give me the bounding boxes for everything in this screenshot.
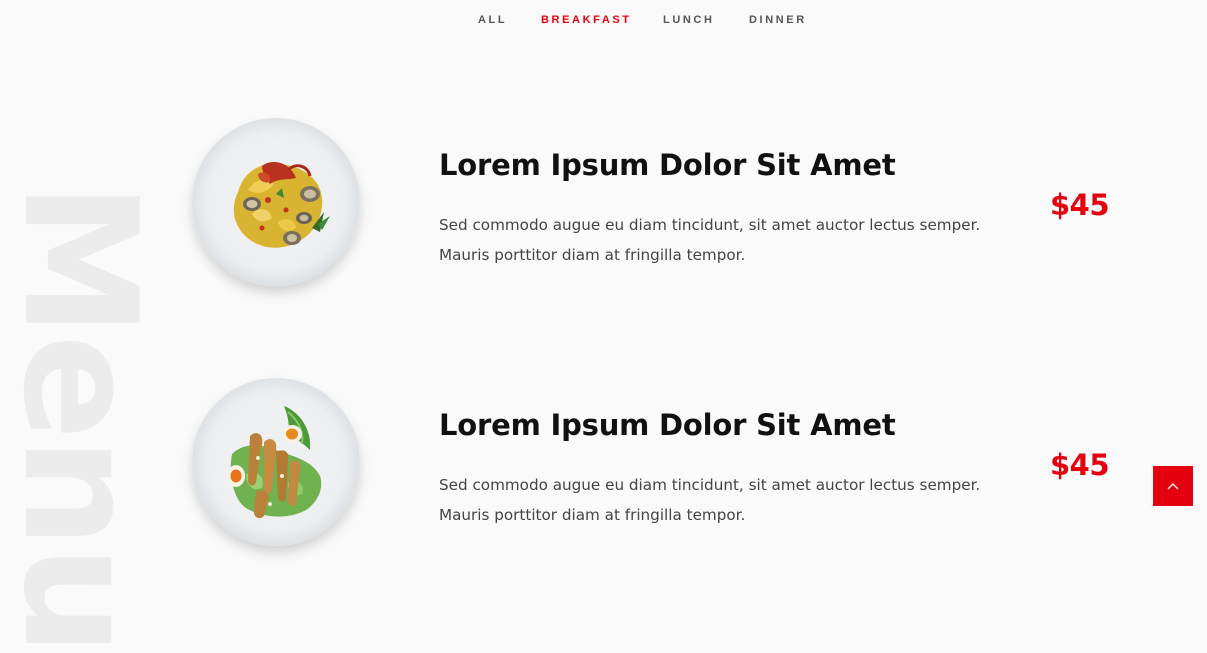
dish-title: Lorem Ipsum Dolor Sit Amet xyxy=(439,408,896,442)
tab-all[interactable]: ALL xyxy=(478,14,507,26)
dish-description: Sed commodo augue eu diam tincidunt, sit… xyxy=(439,470,999,530)
tab-dinner[interactable]: DINNER xyxy=(749,14,807,26)
chevron-up-icon xyxy=(1167,483,1179,490)
dish-description-line: Mauris porttitor diam at fringilla tempo… xyxy=(439,506,746,524)
dish-title: Lorem Ipsum Dolor Sit Amet xyxy=(439,148,896,182)
dish-description-line: Sed commodo augue eu diam tincidunt, sit… xyxy=(439,476,981,494)
dish-image-pasta xyxy=(192,118,360,286)
menu-item: Lorem Ipsum Dolor Sit Amet Sed commodo a… xyxy=(0,112,1207,312)
dish-description-line: Sed commodo augue eu diam tincidunt, sit… xyxy=(439,216,981,234)
scroll-to-top-button[interactable] xyxy=(1153,466,1193,506)
tab-breakfast[interactable]: BREAKFAST xyxy=(541,14,632,26)
dish-description: Sed commodo augue eu diam tincidunt, sit… xyxy=(439,210,999,270)
dish-price: $45 xyxy=(1050,448,1110,482)
dish-image-salad xyxy=(192,378,360,546)
dish-description-line: Mauris porttitor diam at fringilla tempo… xyxy=(439,246,746,264)
dish-price: $45 xyxy=(1050,188,1110,222)
tab-lunch[interactable]: LUNCH xyxy=(663,14,715,26)
menu-item: Lorem Ipsum Dolor Sit Amet Sed commodo a… xyxy=(0,372,1207,572)
menu-filter-tabs: ALL BREAKFAST LUNCH DINNER xyxy=(0,14,1207,30)
